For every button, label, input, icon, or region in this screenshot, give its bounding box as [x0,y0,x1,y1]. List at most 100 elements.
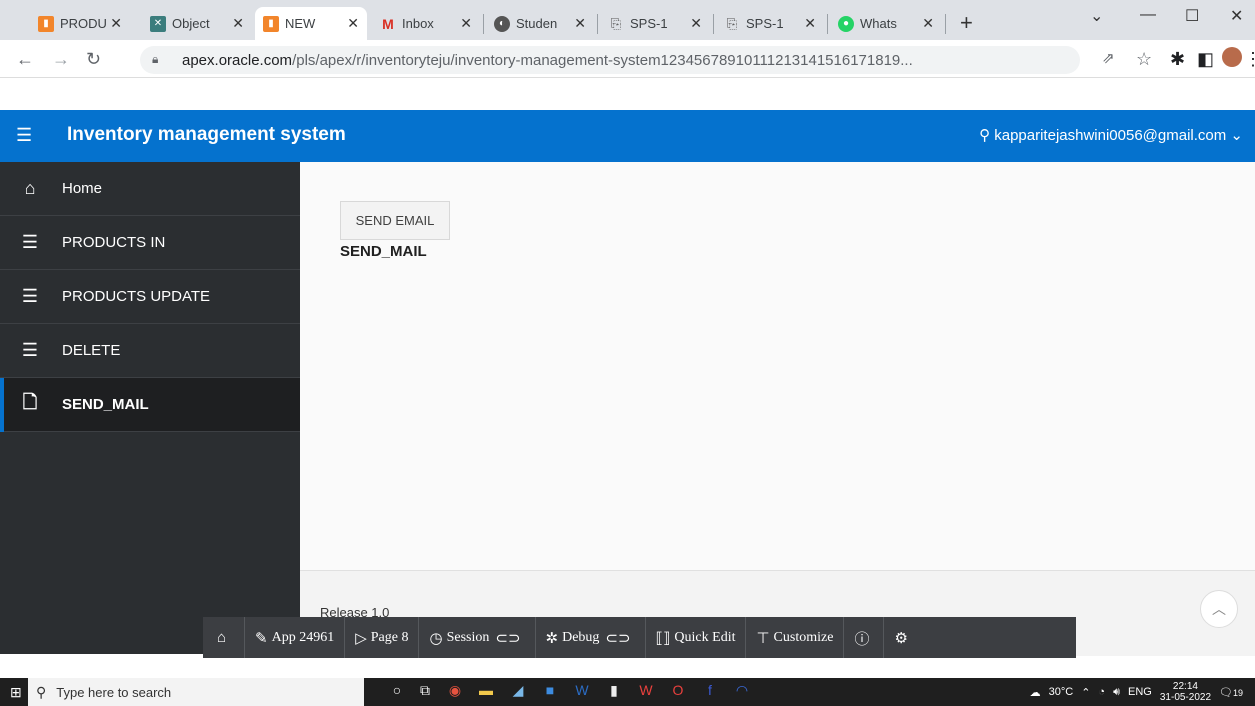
clock[interactable]: 22:14 31-05-2022 [1160,681,1211,703]
new-tab-icon[interactable]: + [960,10,973,36]
apex-icon: ▮ [263,15,279,32]
app-title[interactable]: Inventory management system [67,124,346,146]
close-icon[interactable]: ✕ [110,15,122,32]
tab-title: Whats [860,16,897,31]
language-indicator[interactable]: ENG [1128,686,1152,698]
devbar-info[interactable]: ⓘ [844,617,885,659]
user-menu[interactable]: ⚲ kapparitejashwini0056@gmail.com ⌄ [979,126,1243,144]
toggle-icon: ⊂⊃ [605,630,631,647]
tab-title: Inbox [402,16,434,31]
sidebar-item-delete[interactable]: ☰ DELETE [0,324,300,378]
avatar[interactable] [1222,47,1242,67]
sidebar-item-label: PRODUCTS IN [62,234,166,251]
minimize-icon[interactable]: — [1140,6,1156,24]
star-icon[interactable]: ☆ [1136,49,1152,70]
devbar-customize[interactable]: ⊤ Customize [746,617,845,659]
tab-title: Object [172,16,210,31]
close-window-icon[interactable]: ✕ [1230,6,1243,26]
task-view-icon[interactable]: ⧉ [415,682,435,702]
lock-icon: 🔒︎ [152,52,159,66]
url-host: apex.oracle.com [182,52,293,69]
menu-icon[interactable]: ⋮ [1244,49,1255,70]
app2-icon[interactable]: ◠ [732,682,752,702]
object-icon: ✕ [150,15,166,32]
browser-tab[interactable]: ▮ PRODU ✕ [30,7,130,40]
devbar-settings[interactable]: ⚙ [884,617,921,659]
windows-start-icon[interactable]: ⊞ [10,684,22,701]
chrome-icon[interactable]: ◉ [445,682,465,702]
close-icon[interactable]: ✕ [232,15,244,32]
network-icon[interactable]: ◔ [1098,686,1105,698]
cortana-icon[interactable]: ○ [387,682,407,702]
store-icon[interactable]: ■ [540,682,560,702]
quick-edit-icon: ⟦⟧ [655,630,671,647]
browser-tab[interactable]: ⎘ SPS-1 ✕ [716,7,824,40]
devbar-debug[interactable]: ✲ Debug ⊂⊃ [536,617,646,659]
volume-icon[interactable]: 🔊︎ [1113,686,1120,699]
search-placeholder: Type here to search [56,684,172,700]
facebook-icon[interactable]: f [700,682,720,702]
browser-tab[interactable]: ✕ Object ✕ [142,7,252,40]
browser-tab[interactable]: ⎘ SPS-1 ✕ [600,7,710,40]
whatsapp-icon: ● [838,15,854,32]
region-title: SEND_MAIL [340,243,427,260]
chevron-down-icon: ⌄ [1230,127,1243,144]
info-icon: ⓘ [854,631,870,648]
bug-icon: ✲ [545,630,559,647]
url-path: /pls/apex/r/inventoryteju/inventory-mana… [292,52,913,69]
forward-icon[interactable]: → [52,49,70,70]
word-icon[interactable]: W [572,682,592,702]
maximize-icon[interactable]: ☐ [1185,6,1199,26]
system-tray: ☁ 30°C ⌃ ◔ 🔊︎ ENG 22:14 31-05-2022 🗨︎19 [1030,678,1243,706]
browser-tab[interactable]: M Inbox ✕ [372,7,480,40]
chevron-up-icon[interactable]: ⌃ [1081,686,1090,699]
url-bar[interactable]: 🔒︎ apex.oracle.com/pls/apex/r/inventoryt… [140,46,1080,74]
reload-icon[interactable]: ↻ [86,49,101,70]
opera-icon[interactable]: O [668,682,688,702]
sidebar-item-home[interactable]: ⌂ Home [0,162,300,216]
sidebar-item-products-in[interactable]: ☰ PRODUCTS IN [0,216,300,270]
file-explorer-icon[interactable]: ▬ [476,682,496,702]
close-icon[interactable]: ✕ [690,15,702,32]
taskbar-search[interactable]: ⚲ Type here to search [28,678,364,706]
scroll-top-button[interactable]: ︿ [1200,590,1238,628]
devbar-home[interactable]: ⌂ [203,617,246,659]
edit-icon: ✎ [255,630,268,647]
send-email-button[interactable]: SEND EMAIL [340,201,450,240]
tab-search-icon[interactable]: ⌄ [1090,6,1103,26]
tab-title: PRODU [60,16,107,31]
close-icon[interactable]: ✕ [922,15,934,32]
devbar-session[interactable]: ◷ Session ⊂⊃ [419,617,536,659]
close-icon[interactable]: ✕ [347,15,359,32]
app-header: ☰ Inventory management system ⚲ kapparit… [0,110,1255,162]
share-icon[interactable]: ⇗ [1102,49,1115,67]
close-icon[interactable]: ✕ [574,15,586,32]
sidebar-item-products-update[interactable]: ☰ PRODUCTS UPDATE [0,270,300,324]
devbar-page[interactable]: ▷ Page 8 [345,617,420,659]
form-icon: ☰ [21,340,39,360]
hamburger-icon[interactable]: ☰ [16,125,32,146]
doc-icon: ⎘ [610,15,622,31]
wps-icon[interactable]: W [636,682,656,702]
page-bottom-strip [0,658,1255,678]
back-icon[interactable]: ← [16,49,34,70]
developer-toolbar: ⌂ ✎ App 24961 ▷ Page 8 ◷ Session ⊂⊃ ✲ Debug ⊂⊃… [203,617,1076,659]
extensions-icon[interactable]: ✱ [1170,49,1185,70]
app-icon[interactable]: ◢ [508,682,528,702]
weather-icon[interactable]: ☁ [1030,686,1041,699]
sidebar-item-send-mail[interactable]: 🗋︎ SEND_MAIL [0,378,300,432]
close-icon[interactable]: ✕ [804,15,816,32]
gear-icon: ⚙ [894,630,908,647]
browser-tab[interactable]: ● Whats ✕ [830,7,942,40]
notification-icon[interactable]: 🗨︎19 [1219,686,1243,699]
browser-tab-active[interactable]: ▮ NEW ✕ [255,7,367,40]
form-icon: ☰ [21,286,39,306]
devbar-quick-edit[interactable]: ⟦⟧ Quick Edit [646,617,747,659]
close-icon[interactable]: ✕ [460,15,472,32]
search-icon: ⚲ [36,683,47,700]
notepad-icon[interactable]: ▮ [604,682,624,702]
devbar-app[interactable]: ✎ App 24961 [245,617,346,659]
sidepanel-icon[interactable]: ◧ [1197,49,1214,70]
browser-tab[interactable]: ◐ Studen ✕ [486,7,594,40]
weather-temp[interactable]: 30°C [1049,686,1074,698]
